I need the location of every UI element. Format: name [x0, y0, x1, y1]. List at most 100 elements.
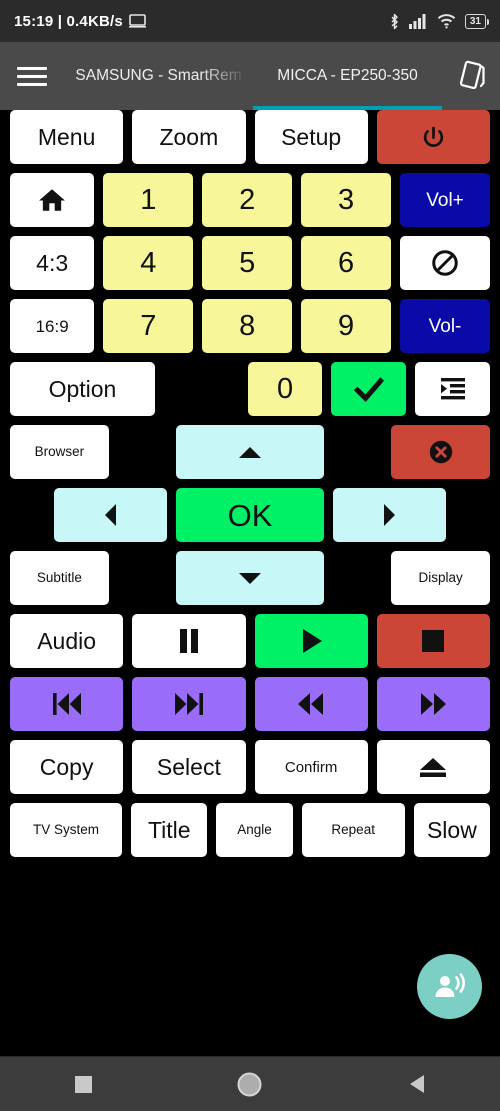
play-icon	[299, 627, 324, 655]
exit-button[interactable]	[391, 425, 490, 479]
hamburger-menu-icon[interactable]	[0, 42, 64, 110]
check-icon	[353, 375, 384, 403]
spacer-cell	[118, 551, 167, 605]
device-tabs: SAMSUNG - SmartRem MICCA - EP250-350	[64, 42, 442, 110]
row-43-456-mute: 4:3 4 5 6	[10, 236, 490, 290]
next-track-button[interactable]	[132, 677, 246, 731]
battery-indicator: 31	[464, 13, 490, 29]
digit-4-button[interactable]: 4	[103, 236, 194, 290]
cellular-signal-icon	[408, 13, 428, 29]
tab-samsung-smartremote[interactable]: SAMSUNG - SmartRem	[64, 42, 253, 110]
digit-2-button[interactable]: 2	[202, 173, 293, 227]
aspect-16-9-button[interactable]: 16:9	[10, 299, 95, 353]
arrow-down-icon	[237, 571, 263, 586]
pause-button[interactable]	[132, 614, 246, 668]
circle-home-icon[interactable]	[205, 1072, 295, 1097]
row-left-ok-right: OK	[10, 488, 490, 542]
aspect-4-3-button[interactable]: 4:3	[10, 236, 95, 290]
setup-button[interactable]: Setup	[254, 110, 368, 164]
dpad-ok-button[interactable]: OK	[176, 488, 324, 542]
row-copy-select-confirm-eject: Copy Select Confirm	[10, 740, 490, 794]
copy-button[interactable]: Copy	[10, 740, 124, 794]
rewind-icon	[294, 690, 328, 718]
option-button[interactable]: Option	[10, 362, 155, 416]
home-button[interactable]	[10, 173, 95, 227]
rewind-button[interactable]	[254, 677, 368, 731]
playlist-button[interactable]	[415, 362, 491, 416]
display-button[interactable]: Display	[391, 551, 490, 605]
volume-up-button[interactable]: Vol+	[400, 173, 490, 227]
arrow-right-icon	[382, 502, 397, 528]
stop-button[interactable]	[376, 614, 490, 668]
eject-button[interactable]	[376, 740, 490, 794]
tv-system-button[interactable]: TV System	[10, 803, 123, 857]
browser-button[interactable]: Browser	[10, 425, 109, 479]
dpad-left-button[interactable]	[54, 488, 167, 542]
enter-button[interactable]	[331, 362, 407, 416]
arrow-left-icon	[103, 502, 118, 528]
digit-8-button[interactable]: 8	[202, 299, 293, 353]
voice-control-fab[interactable]	[417, 954, 482, 1019]
play-button[interactable]	[254, 614, 368, 668]
digit-7-button[interactable]: 7	[103, 299, 194, 353]
dpad-down-button[interactable]	[176, 551, 324, 605]
stacked-cards-icon[interactable]	[442, 42, 500, 110]
previous-track-button[interactable]	[10, 677, 124, 731]
playlist-icon	[437, 376, 469, 402]
row-tvsystem-title-angle-repeat-slow: TV System Title Angle Repeat Slow	[10, 803, 491, 857]
row-audio-pause-play-stop: Audio	[10, 614, 490, 668]
skip-next-icon	[171, 690, 207, 718]
row-169-789-voldown: 16:9 7 8 9 Vol-	[10, 299, 490, 353]
menu-button[interactable]: Menu	[10, 110, 124, 164]
volume-down-button[interactable]: Vol-	[400, 299, 490, 353]
spacer-cell	[333, 551, 382, 605]
spacer-cell	[118, 425, 167, 479]
fast-forward-button[interactable]	[376, 677, 490, 731]
power-icon	[421, 125, 446, 150]
bluetooth-icon	[389, 13, 400, 30]
screen-icon	[128, 14, 146, 28]
subtitle-button[interactable]: Subtitle	[10, 551, 109, 605]
triangle-back-icon[interactable]	[372, 1074, 462, 1094]
digit-5-button[interactable]: 5	[202, 236, 293, 290]
confirm-button[interactable]: Confirm	[254, 740, 368, 794]
row-skip-rewind-forward	[10, 677, 490, 731]
tab-micca-ep250-350[interactable]: MICCA - EP250-350	[253, 42, 442, 110]
digit-6-button[interactable]: 6	[301, 236, 392, 290]
row-option-0-enter-list: Option 0	[10, 362, 491, 416]
title-button[interactable]: Title	[131, 803, 208, 857]
power-button[interactable]	[376, 110, 490, 164]
tab-label: MICCA - EP250-350	[277, 67, 418, 84]
angle-button[interactable]: Angle	[216, 803, 293, 857]
mute-icon	[430, 248, 460, 278]
select-button[interactable]: Select	[132, 740, 246, 794]
row-browser-up-exit: Browser	[10, 425, 490, 479]
digit-0-button[interactable]: 0	[247, 362, 323, 416]
spacer-cell	[455, 488, 490, 542]
dpad-up-button[interactable]	[176, 425, 324, 479]
fast-forward-icon	[416, 690, 450, 718]
stop-icon	[420, 628, 446, 654]
skip-previous-icon	[49, 690, 85, 718]
audio-button[interactable]: Audio	[10, 614, 124, 668]
repeat-button[interactable]: Repeat	[301, 803, 405, 857]
spacer-cell	[333, 425, 382, 479]
app-bar: SAMSUNG - SmartRem MICCA - EP250-350	[0, 42, 500, 110]
digit-3-button[interactable]: 3	[301, 173, 392, 227]
remote-control-grid: Menu Zoom Setup 1 2 3 Vol+ 4:3 4 5 6 16:…	[0, 110, 500, 866]
square-recents-icon[interactable]	[38, 1075, 128, 1093]
mute-button[interactable]	[400, 236, 490, 290]
phone-screen: 15:19 | 0.4KB/s 31 SAMSUNG - SmartRem MI…	[0, 0, 500, 1111]
digit-1-button[interactable]: 1	[103, 173, 194, 227]
zoom-button[interactable]: Zoom	[132, 110, 246, 164]
slow-button[interactable]: Slow	[413, 803, 491, 857]
dpad-right-button[interactable]	[333, 488, 446, 542]
tab-label: SAMSUNG - SmartRem	[75, 67, 242, 84]
row-menu-zoom-setup-power: Menu Zoom Setup	[10, 110, 490, 164]
close-circle-icon	[427, 438, 455, 466]
spacer-cell	[164, 362, 239, 416]
row-home-123-volup: 1 2 3 Vol+	[10, 173, 490, 227]
spacer-cell	[10, 488, 45, 542]
digit-9-button[interactable]: 9	[301, 299, 392, 353]
status-left-group: 15:19 | 0.4KB/s	[14, 13, 146, 30]
